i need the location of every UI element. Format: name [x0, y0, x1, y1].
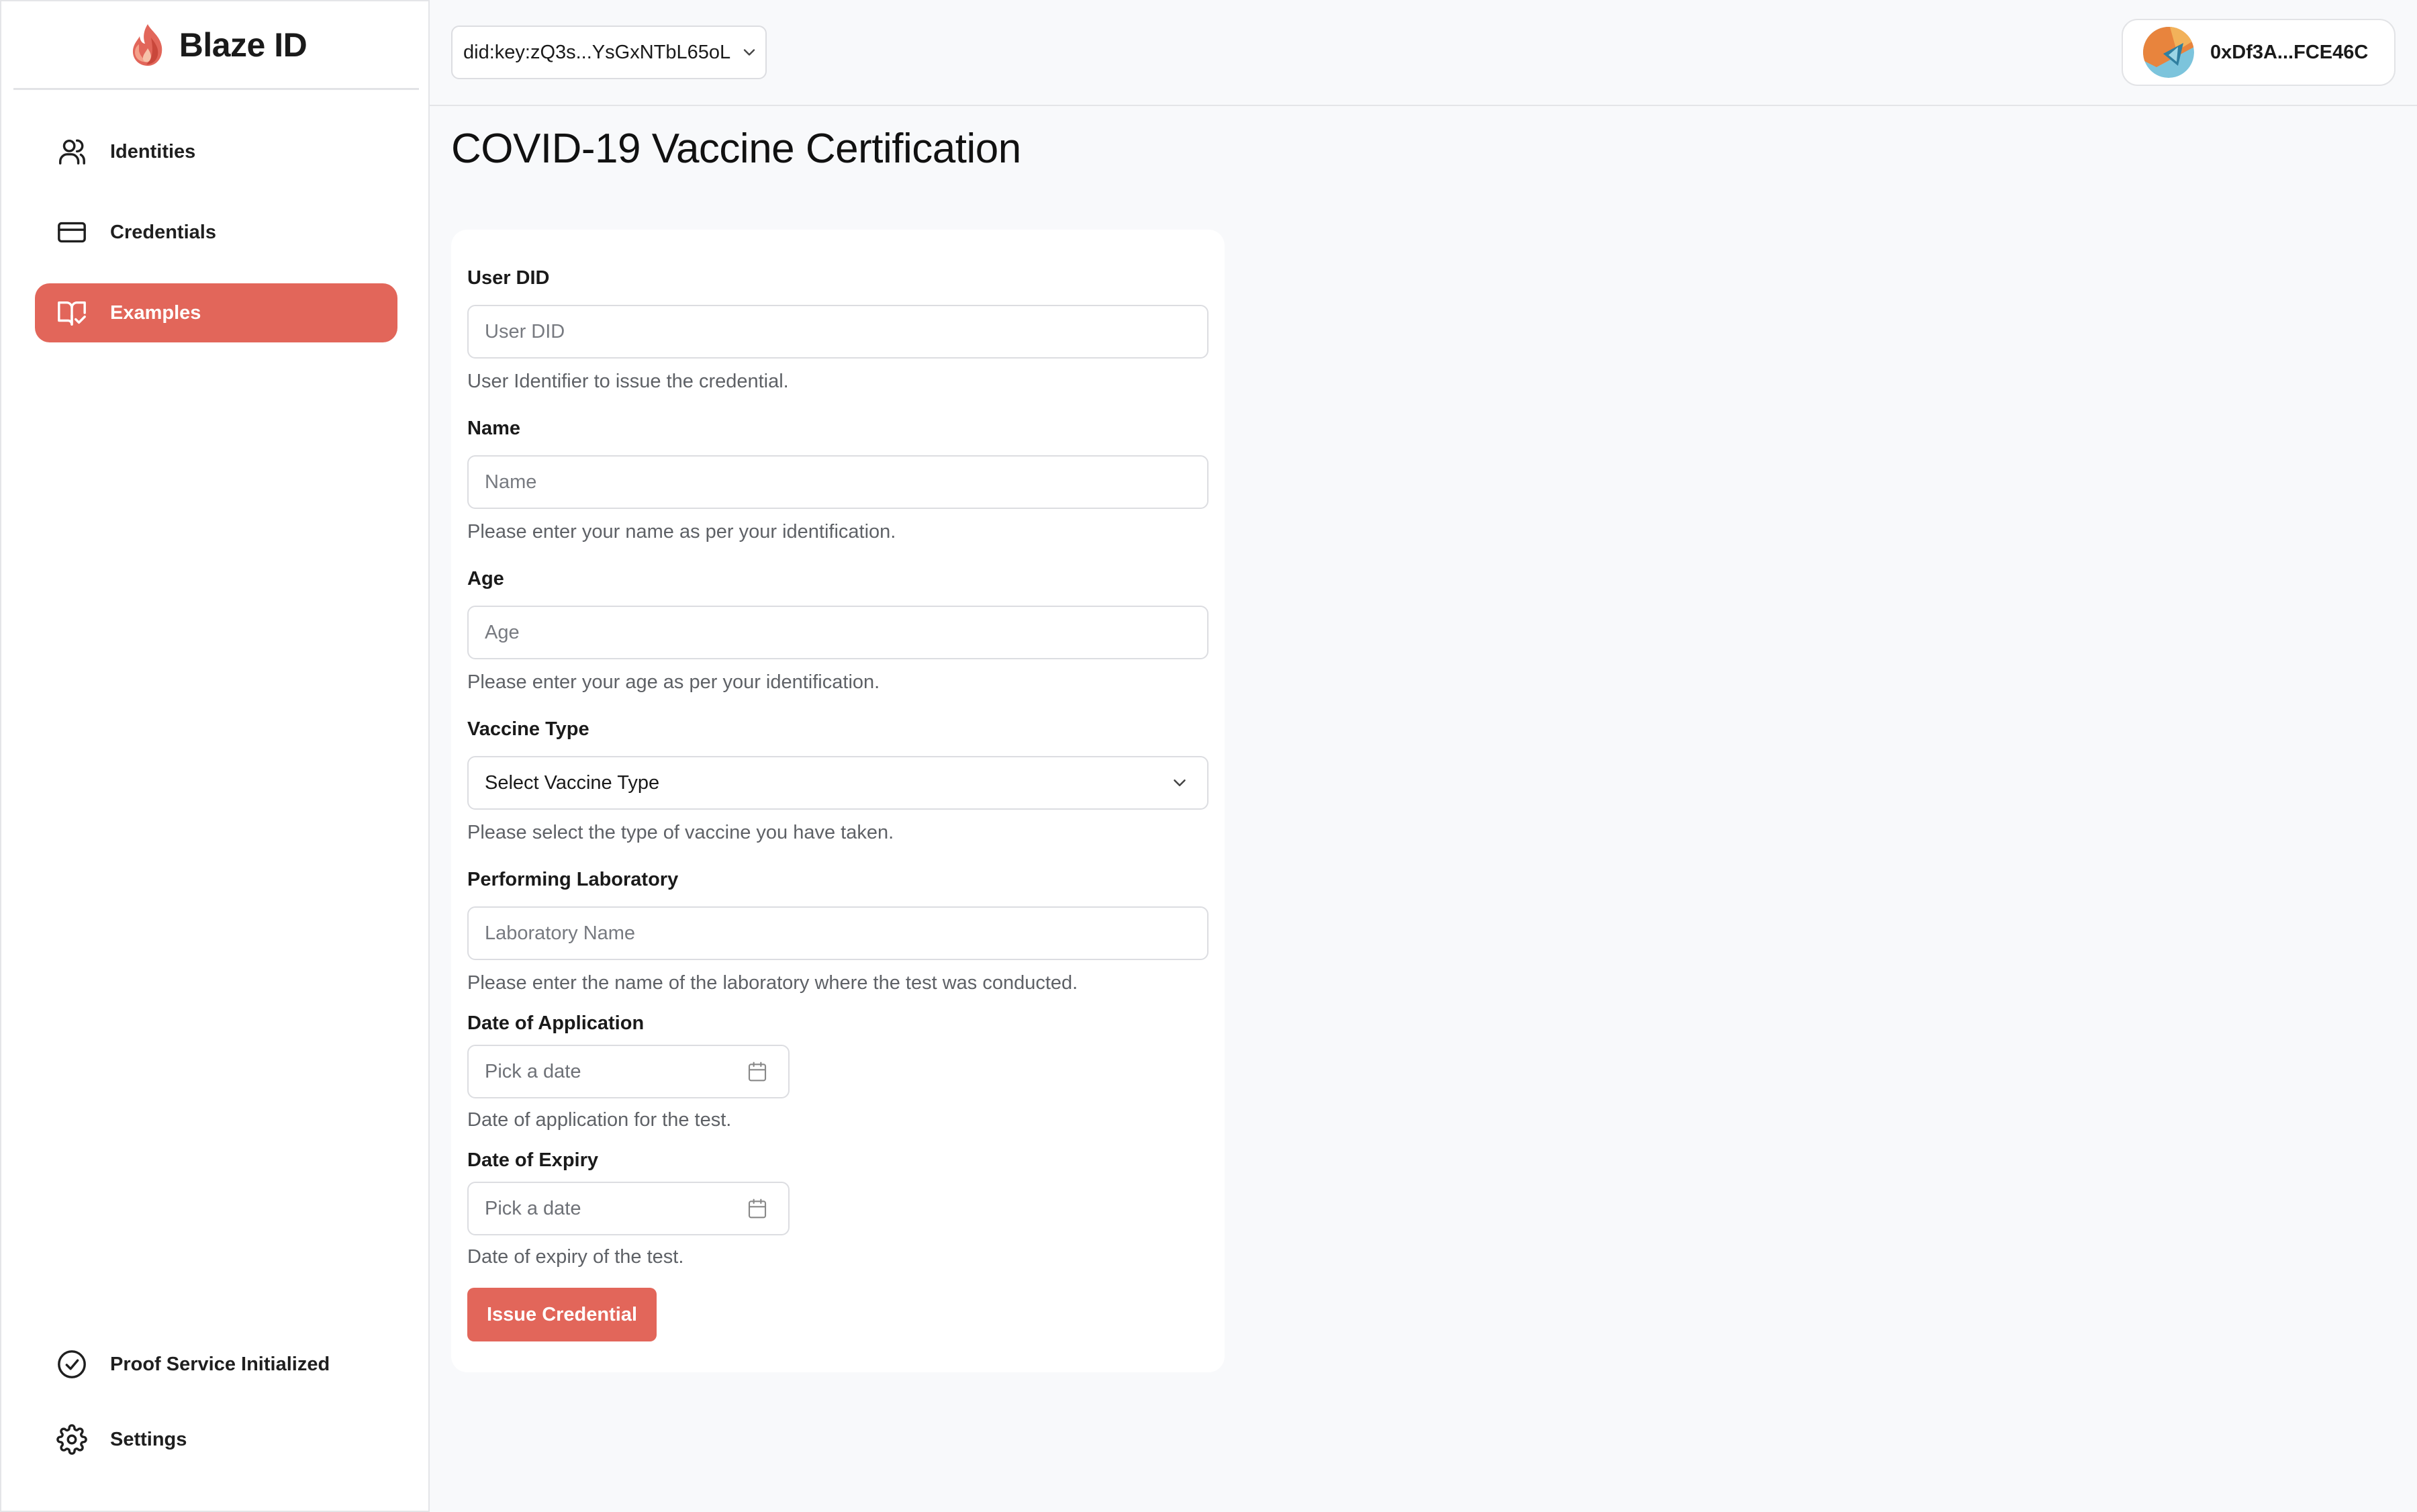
date-application-picker[interactable]: Pick a date — [467, 1045, 790, 1098]
book-check-icon — [58, 301, 86, 326]
name-input[interactable] — [467, 455, 1208, 509]
calendar-icon — [748, 1198, 767, 1219]
user-did-label: User DID — [467, 267, 550, 289]
age-input[interactable] — [467, 606, 1208, 659]
brand[interactable]: Blaze ID — [13, 1, 419, 90]
vaccine-type-label: Vaccine Type — [467, 718, 589, 740]
did-selector[interactable]: did:key:zQ3s...YsGxNTbL65oL — [451, 26, 767, 79]
proof-service-status[interactable]: Proof Service Initialized — [35, 1335, 397, 1394]
check-circle-icon — [58, 1350, 86, 1378]
credit-card-icon — [58, 222, 86, 243]
brand-name: Blaze ID — [179, 26, 307, 64]
wallet-button[interactable]: 0xDf3A...FCE46C — [2122, 19, 2396, 86]
date-application-label: Date of Application — [467, 1012, 645, 1034]
wallet-address: 0xDf3A...FCE46C — [2210, 41, 2369, 63]
user-did-help: User Identifier to issue the credential. — [467, 371, 789, 392]
sidebar-item-identities[interactable]: Identities — [35, 122, 397, 181]
date-expiry-placeholder: Pick a date — [485, 1197, 581, 1219]
vaccine-type-help: Please select the type of vaccine you ha… — [467, 822, 894, 843]
top-bar: did:key:zQ3s...YsGxNTbL65oL 0xDf3A...FCE… — [430, 0, 2417, 106]
user-did-input[interactable] — [467, 305, 1208, 359]
page-title: COVID-19 Vaccine Certification — [451, 126, 1021, 172]
vaccine-certification-form: User DID User Identifier to issue the cr… — [451, 230, 1225, 1372]
vaccine-type-value: Select Vaccine Type — [485, 771, 660, 794]
calendar-icon — [748, 1061, 767, 1082]
sidebar-item-label: Identities — [110, 140, 196, 162]
age-label: Age — [467, 568, 504, 589]
sidebar-item-label: Settings — [110, 1428, 187, 1450]
sidebar-item-examples[interactable]: Examples — [35, 283, 397, 342]
sidebar-item-settings[interactable]: Settings — [35, 1410, 397, 1469]
name-label: Name — [467, 418, 520, 439]
vaccine-type-select[interactable]: Select Vaccine Type — [467, 756, 1208, 810]
chevron-down-icon — [743, 49, 755, 56]
name-help: Please enter your name as per your ident… — [467, 521, 896, 542]
users-icon — [59, 139, 85, 164]
date-expiry-picker[interactable]: Pick a date — [467, 1182, 790, 1235]
sidebar: Blaze ID Identities Credentials Examples — [0, 0, 430, 1512]
date-application-placeholder: Pick a date — [485, 1060, 581, 1082]
date-application-help: Date of application for the test. — [467, 1109, 732, 1131]
date-expiry-label: Date of Expiry — [467, 1149, 598, 1171]
sidebar-item-credentials[interactable]: Credentials — [35, 203, 397, 262]
age-help: Please enter your age as per your identi… — [467, 671, 880, 693]
laboratory-label: Performing Laboratory — [467, 869, 679, 890]
laboratory-help: Please enter the name of the laboratory … — [467, 972, 1078, 994]
issue-credential-button[interactable]: Issue Credential — [467, 1288, 657, 1341]
avatar — [2143, 27, 2194, 78]
chevron-down-icon — [1174, 779, 1186, 786]
date-expiry-help: Date of expiry of the test. — [467, 1246, 684, 1268]
sidebar-item-label: Examples — [110, 301, 201, 324]
flame-logo-icon — [132, 23, 162, 66]
proof-service-label: Proof Service Initialized — [110, 1353, 330, 1375]
did-selector-value: did:key:zQ3s...YsGxNTbL65oL — [463, 41, 731, 63]
gear-icon — [56, 1424, 87, 1455]
laboratory-input[interactable] — [467, 906, 1208, 960]
sidebar-item-label: Credentials — [110, 221, 216, 243]
